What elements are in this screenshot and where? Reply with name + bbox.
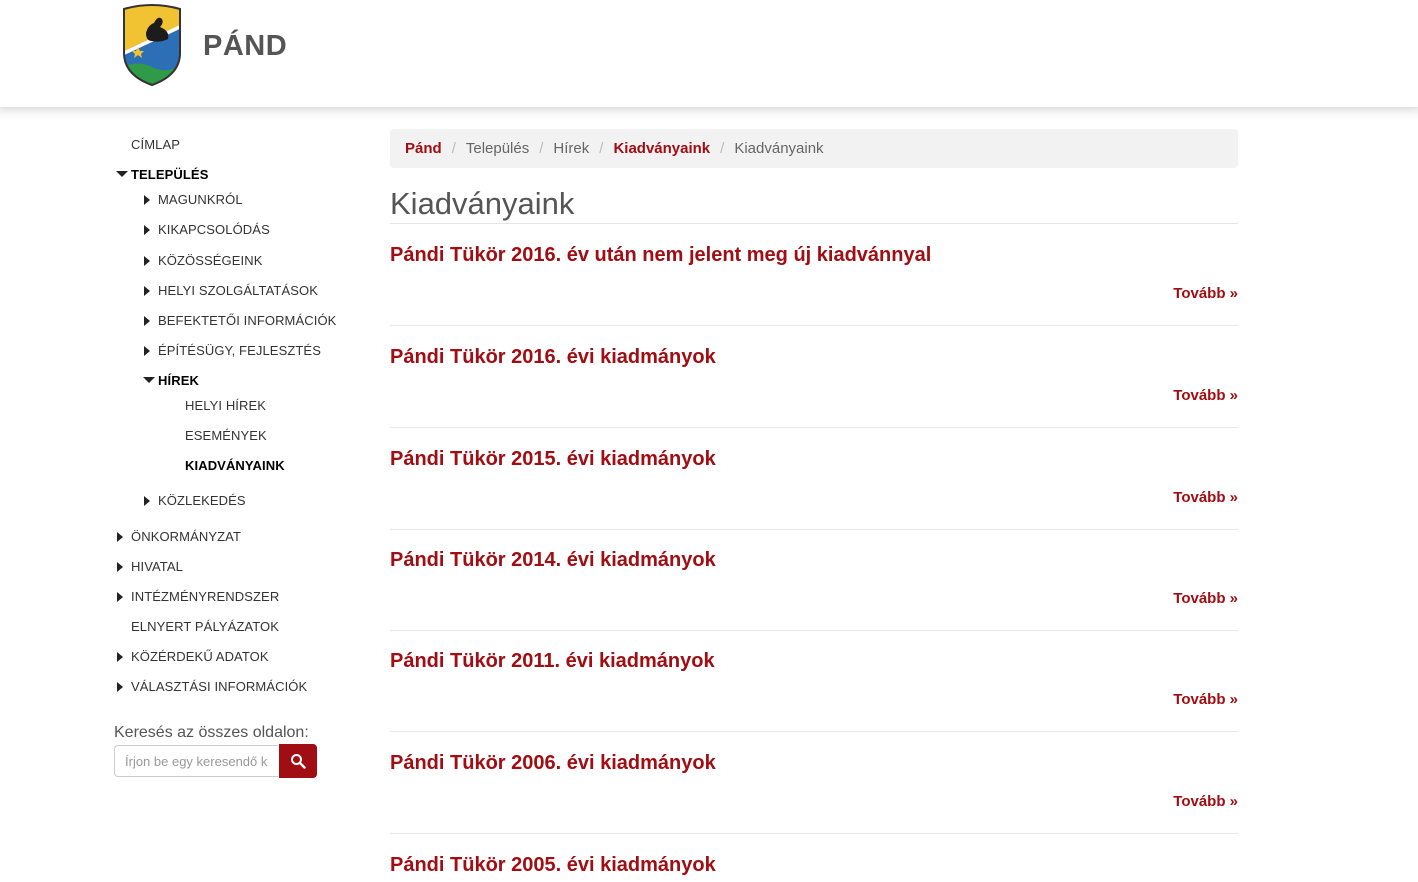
article-title-link[interactable]: Pándi Tükör 2011. évi kiadmányok <box>390 650 715 673</box>
article-title-link[interactable]: Pándi Tükör 2014. évi kiadmányok <box>390 549 716 572</box>
read-more-link[interactable]: Tovább » <box>1173 489 1238 506</box>
sidebar-item-label: ESEMÉNYEK <box>185 428 267 443</box>
read-more-link[interactable]: Tovább » <box>1173 387 1238 404</box>
search-icon <box>291 754 306 769</box>
sidebar-item-telepules[interactable]: TELEPÜLÉS <box>116 167 208 182</box>
article-title-link[interactable]: Pándi Tükör 2015. évi kiadmányok <box>390 448 716 471</box>
article-item: Pándi Tükör 2014. évi kiadmányok Tovább … <box>390 529 1238 631</box>
sidebar-item-kikapcsolodas[interactable]: KIKAPCSOLÓDÁS <box>144 222 270 237</box>
sidebar-item-esemenyek[interactable]: ESEMÉNYEK <box>185 428 267 443</box>
breadcrumb-separator: / <box>539 140 544 157</box>
sidebar-item-label: TELEPÜLÉS <box>131 167 209 182</box>
breadcrumb-item-telepules[interactable]: Település <box>466 140 529 157</box>
caret-down-icon <box>143 377 155 383</box>
breadcrumb-item-kiadvanyaink-link[interactable]: Kiadványaink <box>613 140 710 157</box>
sidebar-item-label: ÖNKORMÁNYZAT <box>131 529 242 544</box>
breadcrumb-separator: / <box>599 140 604 157</box>
breadcrumb: Pánd / Település / Hírek / Kiadványaink … <box>390 129 1238 168</box>
site-header: PÁND <box>0 0 1418 107</box>
caret-right-icon <box>144 346 150 356</box>
sidebar-item-kozerdeku-adatok[interactable]: KÖZÉRDEKŰ ADATOK <box>117 649 269 664</box>
article-item: Pándi Tükör 2016. évi kiadmányok Tovább … <box>390 326 1238 428</box>
sidebar-item-label: HIVATAL <box>131 559 183 574</box>
sidebar-item-kiadvanyaink[interactable]: KIADVÁNYAINK <box>185 458 285 473</box>
sidebar-item-intezmenyrendszer[interactable]: INTÉZMÉNYRENDSZER <box>117 589 279 604</box>
read-more-link[interactable]: Tovább » <box>1173 793 1238 810</box>
sidebar-item-elnyert-palyazatok[interactable]: ELNYERT PÁLYÁZATOK <box>131 619 279 634</box>
caret-right-icon <box>144 225 150 235</box>
caret-right-icon <box>144 496 150 506</box>
sidebar-item-label: HELYI SZOLGÁLTATÁSOK <box>158 283 318 298</box>
sidebar-item-label: KÖZÖSSÉGEINK <box>158 253 263 268</box>
sidebar-item-label: HELYI HÍREK <box>185 398 267 413</box>
article-item: Pándi Tükör 2015. évi kiadmányok Tovább … <box>390 428 1238 530</box>
coat-of-arms-icon <box>123 4 181 87</box>
sidebar-item-cimlap[interactable]: CÍMLAP <box>131 137 180 152</box>
caret-down-icon <box>116 171 128 177</box>
sidebar-item-label: KIADVÁNYAINK <box>185 458 285 473</box>
breadcrumb-item-current: Kiadványaink <box>734 140 824 157</box>
article-title-link[interactable]: Pándi Tükör 2016. év után nem jelent meg… <box>390 244 931 267</box>
sidebar-item-label: HÍREK <box>158 373 199 388</box>
sidebar-item-valasztasi-informaciok[interactable]: VÁLASZTÁSI INFORMÁCIÓK <box>117 679 307 694</box>
caret-right-icon <box>144 195 150 205</box>
breadcrumb-separator: / <box>451 140 456 157</box>
sidebar-item-label: VÁLASZTÁSI INFORMÁCIÓK <box>131 679 308 694</box>
coat-of-arms-logo[interactable] <box>120 3 184 87</box>
caret-right-icon <box>117 682 123 692</box>
sidebar-item-label: KÖZÉRDEKŰ ADATOK <box>131 649 269 664</box>
site-title[interactable]: PÁND <box>203 30 287 63</box>
sidebar-item-label: ÉPÍTÉSÜGY, FEJLESZTÉS <box>158 343 321 358</box>
sidebar-item-magunkrol[interactable]: MAGUNKRÓL <box>144 192 243 207</box>
caret-right-icon <box>144 256 150 266</box>
article-item: Pándi Tükör 2005. évi kiadmányok <box>390 834 1238 882</box>
article-title-link[interactable]: Pándi Tükör 2016. évi kiadmányok <box>390 346 716 369</box>
header-shadow <box>0 107 1418 121</box>
caret-right-icon <box>117 652 123 662</box>
sidebar-item-onkormanyzat[interactable]: ÖNKORMÁNYZAT <box>117 529 241 544</box>
sidebar-item-hirek[interactable]: HÍREK <box>143 373 199 388</box>
article-title-link[interactable]: Pándi Tükör 2006. évi kiadmányok <box>390 752 716 775</box>
sidebar-item-label: MAGUNKRÓL <box>158 192 243 207</box>
breadcrumb-item-hirek[interactable]: Hírek <box>553 140 589 157</box>
article-item: Pándi Tükör 2011. évi kiadmányok Tovább … <box>390 630 1238 732</box>
sidebar-item-kozlekedes[interactable]: KÖZLEKEDÉS <box>144 493 246 508</box>
sidebar-item-epitesugy-fejlesztes[interactable]: ÉPÍTÉSÜGY, FEJLESZTÉS <box>144 343 321 358</box>
sidebar-item-label: CÍMLAP <box>131 137 181 152</box>
caret-right-icon <box>144 316 150 326</box>
search-label: Keresés az összes oldalon: <box>114 724 309 741</box>
read-more-link[interactable]: Tovább » <box>1173 590 1238 607</box>
sidebar-item-kozossegeink[interactable]: KÖZÖSSÉGEINK <box>144 253 263 268</box>
caret-right-icon <box>117 562 123 572</box>
search-button[interactable] <box>279 744 317 778</box>
read-more-link[interactable]: Tovább » <box>1173 285 1238 302</box>
sidebar-item-befektetoi-informaciok[interactable]: BEFEKTETŐI INFORMÁCIÓK <box>144 313 336 328</box>
caret-right-icon <box>144 286 150 296</box>
sidebar-item-label: INTÉZMÉNYRENDSZER <box>131 589 280 604</box>
caret-right-icon <box>117 532 123 542</box>
article-title-link[interactable]: Pándi Tükör 2005. évi kiadmányok <box>390 854 716 877</box>
breadcrumb-item-pand[interactable]: Pánd <box>405 140 442 157</box>
sidebar-item-label: BEFEKTETŐI INFORMÁCIÓK <box>158 313 337 328</box>
article-item: Pándi Tükör 2016. év után nem jelent meg… <box>390 224 1238 326</box>
sidebar-item-hivatal[interactable]: HIVATAL <box>117 559 183 574</box>
article-item: Pándi Tükör 2006. évi kiadmányok Tovább … <box>390 732 1238 834</box>
read-more-link[interactable]: Tovább » <box>1173 691 1238 708</box>
sidebar-item-label: KIKAPCSOLÓDÁS <box>158 222 270 237</box>
sidebar-item-label: KÖZLEKEDÉS <box>158 493 246 508</box>
sidebar-item-label: ELNYERT PÁLYÁZATOK <box>131 619 279 634</box>
page-title: Kiadványaink <box>390 186 575 221</box>
breadcrumb-separator: / <box>720 140 725 157</box>
sidebar-item-helyi-hirek[interactable]: HELYI HÍREK <box>185 398 266 413</box>
sidebar-item-helyi-szolgaltatasok[interactable]: HELYI SZOLGÁLTATÁSOK <box>144 283 318 298</box>
caret-right-icon <box>117 592 123 602</box>
search-input[interactable] <box>114 745 278 777</box>
